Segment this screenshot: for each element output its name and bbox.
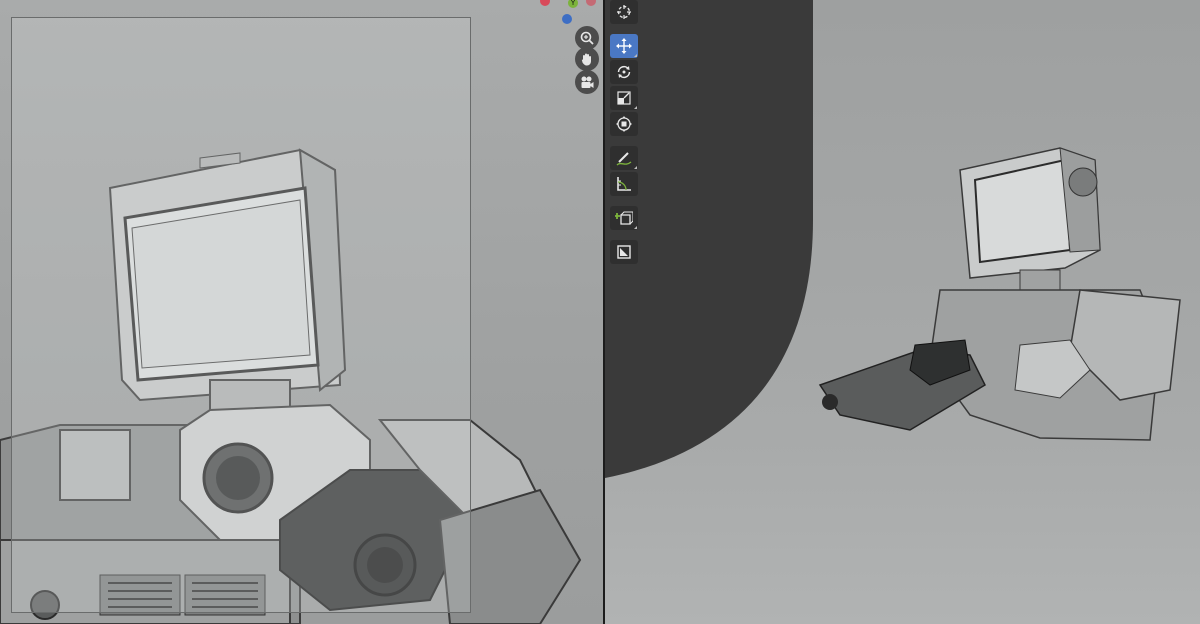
annotate-tool[interactable] [610,146,638,170]
scale-tool[interactable] [610,86,638,110]
cursor-tool[interactable] [610,0,638,24]
scale-icon [617,91,631,105]
shape-icon [617,245,631,259]
neg-axis-dot[interactable] [586,0,596,6]
camera-view-button[interactable] [575,70,599,94]
extra-tool[interactable] [610,240,638,264]
ruler-measure-icon [617,177,631,191]
left-viewport[interactable]: Y [0,0,603,624]
scene-backdrop-and-robot [605,0,1181,478]
tool-shelf [610,0,638,264]
add-cube-tool[interactable] [610,206,638,230]
y-axis-dot[interactable]: Y [568,0,578,8]
rotate-tool[interactable] [610,60,638,84]
hand-pan-icon [581,53,591,66]
pan-button[interactable] [575,47,599,71]
y-axis-label: Y [570,0,576,7]
add-cube-icon [615,211,633,225]
transform-tool[interactable] [610,112,638,136]
camera-frame [11,17,471,613]
move-arrows-icon [616,38,632,54]
z-axis-dot[interactable] [562,14,572,24]
transform-icon [616,116,632,132]
crosshair-circle-icon [617,5,631,19]
zoom-icon [580,31,594,45]
move-tool[interactable] [610,34,638,58]
rotate-icon [617,65,631,79]
measure-tool[interactable] [610,172,638,196]
right-viewport[interactable] [605,0,1200,624]
camera-icon [581,76,594,88]
x-axis-dot[interactable] [540,0,550,6]
annotate-pencil-icon [616,152,632,166]
